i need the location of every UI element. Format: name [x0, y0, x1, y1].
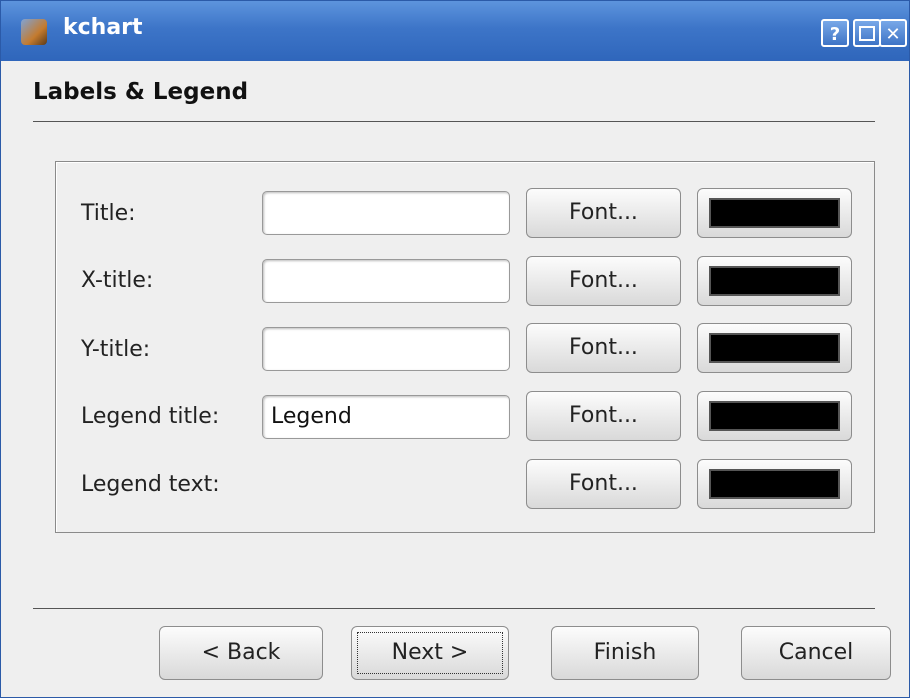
kchart-app-icon [21, 19, 47, 45]
back-button[interactable]: < Back [159, 626, 323, 680]
x-title-font-button[interactable]: Font... [526, 256, 681, 306]
maximize-icon [859, 26, 875, 41]
close-button[interactable]: ✕ [879, 19, 907, 47]
legend-text-label: Legend text: [81, 472, 220, 497]
x-title-label: X-title: [81, 268, 154, 293]
legend-title-input[interactable]: Legend [262, 395, 510, 439]
legend-title-font-button[interactable]: Font... [526, 391, 681, 441]
legend-text-font-button[interactable]: Font... [526, 459, 681, 509]
title-label: Title: [81, 201, 136, 226]
finish-button[interactable]: Finish [551, 626, 699, 680]
next-button-label: Next > [357, 632, 503, 674]
y-title-input[interactable] [262, 327, 510, 371]
y-title-color-swatch [709, 333, 840, 363]
y-title-label: Y-title: [81, 337, 151, 362]
cancel-button[interactable]: Cancel [741, 626, 891, 680]
legend-text-color-button[interactable] [697, 459, 852, 509]
title-color-swatch [709, 198, 840, 228]
x-title-color-swatch [709, 266, 840, 296]
title-input[interactable] [262, 191, 510, 235]
legend-text-color-swatch [709, 469, 840, 499]
title-bar[interactable]: kchart ? ✕ [1, 1, 909, 61]
next-button[interactable]: Next > [351, 626, 509, 680]
maximize-button[interactable] [853, 19, 881, 47]
y-title-font-button[interactable]: Font... [526, 323, 681, 373]
legend-title-color-button[interactable] [697, 391, 852, 441]
title-font-button[interactable]: Font... [526, 188, 681, 238]
dialog-window: kchart ? ✕ Labels & Legend Title: Font..… [0, 0, 910, 698]
buttons-divider [33, 608, 875, 609]
legend-title-color-swatch [709, 401, 840, 431]
page-heading: Labels & Legend [33, 79, 249, 105]
window-title: kchart [63, 15, 143, 40]
x-title-color-button[interactable] [697, 256, 852, 306]
help-button[interactable]: ? [821, 19, 849, 47]
title-color-button[interactable] [697, 188, 852, 238]
x-title-input[interactable] [262, 259, 510, 303]
y-title-color-button[interactable] [697, 323, 852, 373]
legend-title-label: Legend title: [81, 404, 220, 429]
heading-divider [33, 121, 875, 122]
